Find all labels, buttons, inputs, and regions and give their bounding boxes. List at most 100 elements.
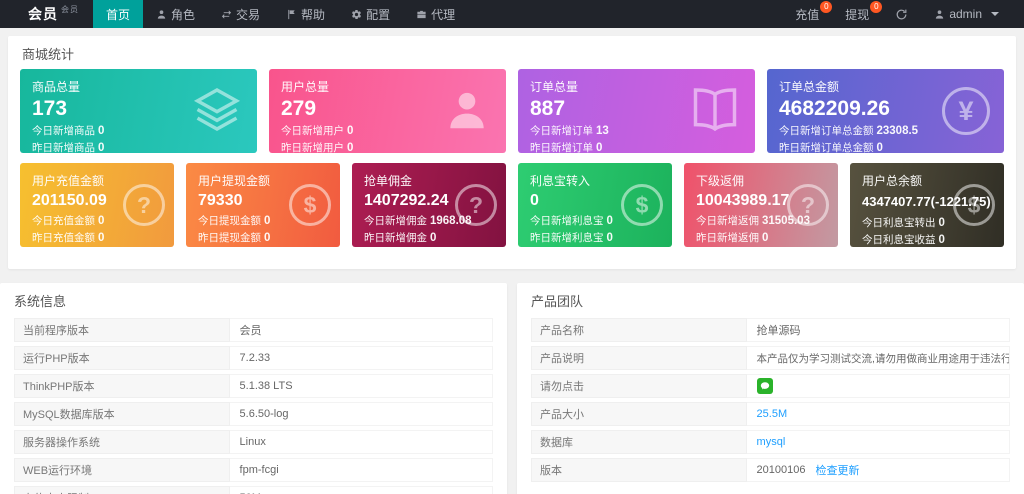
nav-item-label: 代理: [431, 7, 456, 22]
nav-item-label: 配置: [366, 7, 391, 22]
refresh-icon: [895, 8, 908, 21]
stat-line-value: 0: [347, 125, 354, 138]
table-row: 产品大小 25.5M: [531, 402, 1010, 426]
row-value: 5.1.38 LTS: [239, 380, 293, 392]
nav-right: 充值 0 提现 0 admin: [782, 0, 1024, 28]
top-navbar: 会员 会员 首页 角色 交易 帮助 配置 代理 充值 0 提现 0 admin: [0, 0, 1024, 28]
chevron-down-icon: [991, 12, 999, 16]
table-row: 运行PHP版本 7.2.33: [14, 346, 493, 370]
table-row: 产品说明 本产品仅为学习测试交流,请勿用做商业用途用于违法行为,一切后果自负: [531, 346, 1010, 370]
row-value: 20100106: [756, 464, 806, 476]
wechat-icon[interactable]: [756, 378, 773, 394]
nav-item-config[interactable]: 配置: [338, 0, 403, 28]
stat-line-value: 0: [98, 215, 105, 228]
row-label: 服务器操作系统: [14, 430, 230, 454]
withdraw-label: 提现: [845, 7, 870, 22]
product-size-link[interactable]: 25.5M: [757, 408, 788, 420]
database-link[interactable]: mysql: [757, 436, 786, 448]
product-team-title: 产品团队: [531, 294, 584, 309]
nav-item-trade[interactable]: 交易: [208, 0, 273, 28]
nav-item-label: 帮助: [301, 7, 326, 22]
stat-line-value: 0: [98, 142, 105, 153]
row-label: 产品说明: [531, 346, 747, 370]
stat-line-label: 今日新增订单: [530, 125, 593, 138]
dollar-circle-icon: $: [289, 184, 331, 226]
nav-item-label: 交易: [236, 7, 261, 22]
stat-line-value: 13: [596, 125, 609, 138]
flag-icon: [286, 9, 297, 20]
nav-item-label: 角色: [171, 7, 196, 22]
table-row: 产品名称 抢单源码: [531, 318, 1010, 342]
row-value: fpm-fcgi: [239, 464, 279, 476]
stat-line-value: 0: [938, 216, 945, 229]
stat-line-value: 0: [876, 142, 883, 153]
stat-line-label: 昨日新增返佣: [696, 232, 759, 245]
table-row: 数据库 mysql: [531, 430, 1010, 454]
product-team-table: 产品名称 抢单源码 产品说明 本产品仅为学习测试交流,请勿用做商业用途用于违法行…: [517, 316, 1024, 482]
stat-line-label: 今日利息宝转出: [862, 216, 936, 229]
recharge-label: 充值: [795, 7, 820, 22]
stat-line-label: 昨日提现金额: [198, 232, 261, 245]
stat-card-commission: 抢单佣金 1407292.24 今日新增佣金 1968.08 昨日新增佣金 0 ?: [352, 163, 506, 247]
row-label: 版本: [531, 458, 747, 482]
stat-line-value: 0: [606, 232, 613, 245]
refresh-button[interactable]: [882, 0, 921, 28]
row-value: 5.6.50-log: [239, 408, 289, 420]
user-icon: [934, 9, 945, 20]
question-circle-icon: ?: [123, 184, 165, 226]
user-menu[interactable]: admin: [921, 0, 1012, 28]
row-value: Linux: [239, 436, 266, 448]
nav-item-roles[interactable]: 角色: [143, 0, 208, 28]
person-icon: [156, 9, 167, 20]
row-label: 数据库: [531, 430, 747, 454]
stat-line-value: 0: [762, 232, 769, 245]
system-info-title: 系统信息: [14, 294, 67, 309]
stat-card-users: 用户总量 279 今日新增用户 0 昨日新增用户 0: [269, 69, 506, 153]
recharge-button[interactable]: 充值 0: [782, 0, 833, 28]
stat-line-label: 今日新增返佣: [696, 215, 759, 228]
row-value: 7.2.33: [239, 352, 271, 364]
stat-line-label: 今日提现金额: [198, 215, 261, 228]
row-label: MySQL数据库版本: [14, 402, 230, 426]
stat-line-label: 昨日新增订单: [530, 142, 593, 153]
table-row: 版本 20100106 检查更新: [531, 458, 1010, 482]
row-label: 产品名称: [531, 318, 747, 342]
system-info-table: 当前程序版本 会员 运行PHP版本 7.2.33 ThinkPHP版本 5.1.…: [0, 316, 507, 494]
system-info-panel: 系统信息 当前程序版本 会员 运行PHP版本 7.2.33 ThinkPHP版本…: [0, 283, 507, 494]
table-row: 请勿点击: [531, 374, 1010, 398]
stat-line-value: 0: [430, 232, 437, 245]
stat-card-withdraw-amount: 用户提现金额 79330 今日提现金额 0 昨日提现金额 0 $: [186, 163, 340, 247]
bottom-section: 系统信息 当前程序版本 会员 运行PHP版本 7.2.33 ThinkPHP版本…: [0, 283, 1024, 494]
stats-panel: 商城统计 商品总量 173 今日新增商品 0 昨日新增商品 0 用户总量 279 今…: [8, 36, 1016, 269]
stats-row-2: 用户充值金额 201150.09 今日充值金额 0 昨日充值金额 0 ? 用户提现金…: [8, 163, 1016, 247]
stat-line-label: 今日新增利息宝: [530, 215, 604, 228]
stat-card-order-amount: 订单总金额 4682209.26 今日新增订单总金额 23308.5 昨日新增订单…: [767, 69, 1004, 153]
book-icon: [689, 84, 741, 139]
brand-title: 会员: [28, 6, 58, 22]
brand[interactable]: 会员 会员: [0, 0, 93, 28]
stats-panel-title: 商城统计: [22, 47, 75, 62]
yuan-circle-icon: ¥: [942, 87, 990, 135]
check-update-link[interactable]: 检查更新: [816, 462, 860, 478]
person-icon: [442, 85, 492, 138]
stat-card-recharge-amount: 用户充值金额 201150.09 今日充值金额 0 昨日充值金额 0 ?: [20, 163, 174, 247]
stat-line-label: 今日新增用户: [281, 125, 344, 138]
question-circle-icon: ?: [787, 184, 829, 226]
stat-line-value: 0: [264, 215, 271, 228]
withdraw-badge: 0: [870, 1, 883, 13]
withdraw-button[interactable]: 提现 0: [832, 0, 883, 28]
row-label: 运行PHP版本: [14, 346, 230, 370]
brand-subtitle: 会员: [61, 5, 79, 14]
recharge-badge: 0: [820, 1, 833, 13]
nav-item-help[interactable]: 帮助: [273, 0, 338, 28]
row-value: 抢单源码: [756, 325, 801, 337]
username: admin: [949, 7, 982, 21]
stat-line-label: 今日新增订单总金额: [779, 125, 874, 138]
stat-card-products: 商品总量 173 今日新增商品 0 昨日新增商品 0: [20, 69, 257, 153]
table-row: MySQL数据库版本 5.6.50-log: [14, 402, 493, 426]
nav-item-home[interactable]: 首页: [93, 0, 144, 28]
stats-row-1: 商品总量 173 今日新增商品 0 昨日新增商品 0 用户总量 279 今日新增用户…: [8, 69, 1016, 153]
nav-item-agent[interactable]: 代理: [403, 0, 468, 28]
stat-line-label: 昨日新增商品: [32, 142, 95, 153]
stat-line-value: 0: [347, 142, 354, 153]
